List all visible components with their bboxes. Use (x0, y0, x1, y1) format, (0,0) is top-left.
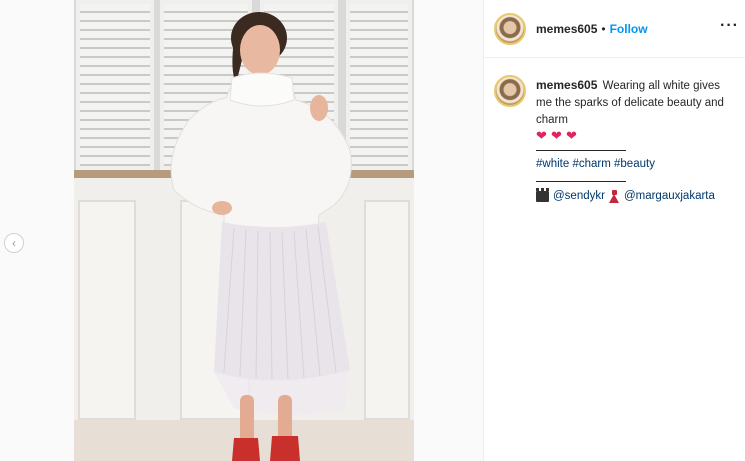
left-red-shoe (232, 438, 260, 461)
hearts-row: ❤ ❤ ❤ (536, 128, 736, 143)
separator-line (536, 173, 736, 187)
separator-dot: • (601, 22, 606, 36)
face (240, 25, 280, 75)
hip-hand (212, 201, 232, 215)
separator-line (536, 142, 736, 156)
avatar[interactable] (494, 13, 526, 45)
header-username-row: memes605 • Follow (536, 22, 648, 36)
post-side-panel: memes605 • Follow ··· memes605 Wearing a… (484, 0, 745, 461)
turtleneck-collar (229, 72, 295, 107)
credits-row: @sendykr @margauxjakarta (536, 188, 736, 205)
mention-link[interactable]: @sendykr (553, 188, 605, 205)
dress-icon (608, 190, 620, 203)
heart-icon: ❤ (566, 128, 577, 143)
mention-link[interactable]: @margauxjakarta (624, 188, 715, 205)
caption-avatar[interactable] (494, 75, 526, 107)
pleated-skirt (214, 222, 350, 381)
hashtag-link[interactable]: #white (536, 158, 569, 170)
hashtags-row: #white #charm #beauty (536, 156, 736, 173)
woman-figure (170, 12, 352, 461)
raised-hand (310, 95, 328, 121)
heart-icon: ❤ (551, 128, 562, 143)
page: ‹ memes605 • Follow ··· memes605 Wearing… (0, 0, 745, 461)
hashtag-link[interactable]: #charm (572, 158, 610, 170)
post-header: memes605 • Follow ··· (484, 0, 745, 58)
more-options-icon[interactable]: ··· (720, 17, 739, 35)
previous-post-button[interactable]: ‹ (4, 233, 24, 253)
left-leg (240, 395, 254, 443)
post-caption: memes605 Wearing all white gives me the … (536, 77, 736, 205)
follow-button[interactable]: Follow (610, 22, 648, 36)
caption-text-block: memes605 Wearing all white gives me the … (536, 77, 736, 129)
right-leg (278, 395, 292, 443)
chevron-left-icon: ‹ (12, 236, 16, 250)
caption-username-link[interactable]: memes605 (536, 78, 597, 92)
username-link[interactable]: memes605 (536, 22, 597, 36)
clapperboard-icon (536, 188, 549, 202)
heart-icon: ❤ (536, 128, 547, 143)
post-photo[interactable] (74, 0, 414, 461)
hashtag-link[interactable]: #beauty (614, 158, 655, 170)
right-red-shoe (270, 436, 300, 461)
